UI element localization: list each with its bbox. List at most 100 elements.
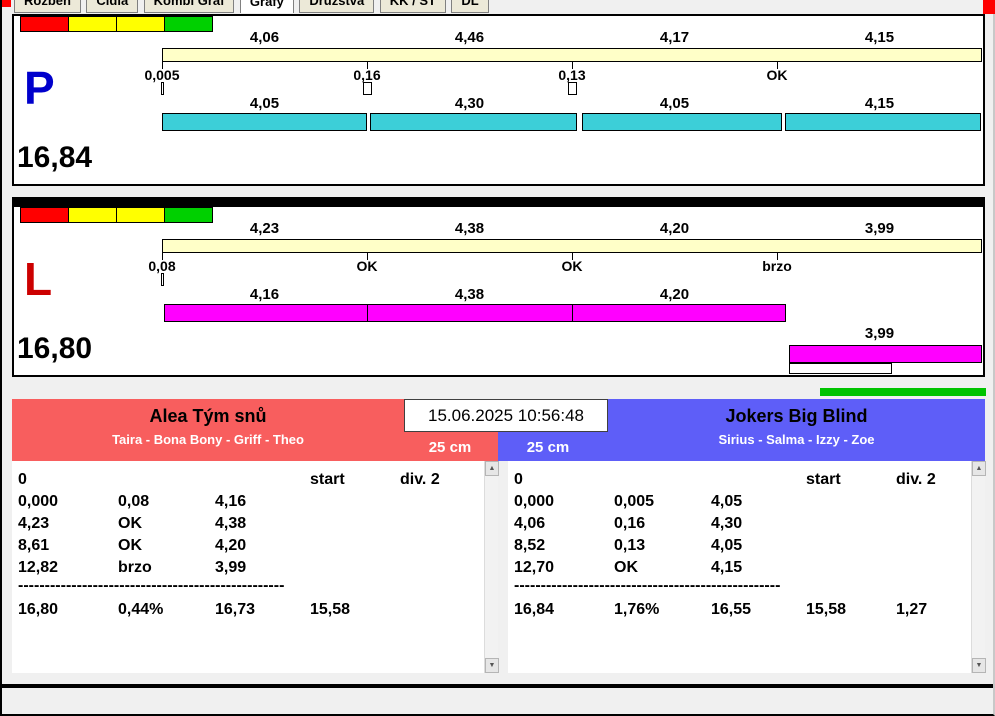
result-cell (215, 469, 310, 491)
timeline-bar (162, 48, 982, 62)
tab-dl[interactable]: DL (451, 0, 489, 13)
vertical-scrollbar[interactable]: ▲ ▼ (484, 461, 499, 673)
lane-letter: P (24, 62, 55, 114)
result-cell: 1,76% (614, 601, 660, 618)
result-cell (614, 469, 711, 491)
exchange-marker (363, 82, 372, 95)
tab-kk-st[interactable]: KK / ST (379, 0, 446, 13)
result-rows: 0 start div. 2 0,000 0,08 4,16 4,23 OK 4… (18, 469, 483, 623)
result-row: 4,23 OK 4,38 (18, 513, 483, 535)
team-name: Alea Tým snů (149, 406, 267, 426)
result-row: 12,82 brzo 3,99 (18, 557, 483, 579)
datetime-display: 15.06.2025 10:56:48 (404, 399, 608, 432)
result-cell: 0,16 (614, 515, 646, 532)
exchange-time: OK (561, 258, 583, 274)
result-header-row: 0 start div. 2 (514, 469, 970, 491)
indicator-yellow-1 (68, 16, 117, 32)
result-row: 4,06 0,16 4,30 (514, 513, 970, 535)
scroll-down-icon[interactable]: ▼ (972, 658, 986, 673)
result-cell: OK (614, 559, 638, 576)
result-cell: 15,58 (806, 601, 847, 618)
exchange-time: 0,005 (144, 67, 180, 83)
team-members: Taira - Bona Bony - Griff - Theo (112, 432, 304, 447)
split-times-top-row: 4,06 4,46 4,17 4,15 (162, 30, 982, 46)
result-cell: 4,16 (215, 493, 247, 510)
result-cell (711, 469, 806, 491)
result-row: 8,61 OK 4,20 (18, 535, 483, 557)
result-rows: 0 start div. 2 0,000 0,005 4,05 4,06 0,1… (514, 469, 970, 623)
split-time: 4,06 (249, 29, 280, 46)
split-time: 4,38 (454, 286, 485, 303)
result-cell: 0,005 (614, 493, 655, 510)
red-status-box (983, 0, 995, 14)
lane-track: 4,06 4,46 4,17 4,15 0,005 0,16 0,13 OK 4… (144, 16, 982, 184)
result-cell: OK (118, 515, 142, 532)
exchange-marker (161, 82, 164, 95)
indicator-red (20, 16, 69, 32)
timeline-bar (162, 239, 982, 253)
result-cell: 4,30 (711, 515, 743, 532)
split-time: 4,23 (249, 220, 280, 237)
tab-rozbeh[interactable]: Rozběh (14, 0, 81, 13)
result-row: 0,000 0,005 4,05 (514, 491, 970, 513)
split-times-bottom-row: 4,16 4,38 4,20 (162, 287, 982, 303)
result-cell: 4,38 (215, 515, 247, 532)
split-time: 4,46 (454, 29, 485, 46)
bar-segment-divider (367, 304, 368, 322)
dog-run-bar (582, 113, 782, 131)
result-cell: 16,84 (514, 601, 555, 618)
result-cell: 4,23 (18, 515, 50, 532)
exchange-marker (568, 82, 577, 95)
lane-panel-p: P 16,84 4,06 4,46 4,17 4,15 0,005 0,16 0… (12, 14, 985, 186)
result-cell: 16,80 (18, 601, 59, 618)
dog-run-bar (164, 304, 786, 322)
result-text-area-right[interactable]: 0 start div. 2 0,000 0,005 4,05 4,06 0,1… (508, 461, 986, 673)
result-cell: 4,20 (215, 537, 247, 554)
exchange-time: OK (356, 258, 378, 274)
split-time: 3,99 (864, 220, 895, 237)
result-totals-row: 16,80 0,44% 16,73 15,58 (18, 595, 483, 623)
split-time: 4,16 (249, 286, 280, 303)
vertical-scrollbar[interactable]: ▲ ▼ (971, 461, 986, 673)
tab-grafy[interactable]: Grafy (239, 0, 294, 13)
bar-segment-divider (572, 304, 573, 322)
result-cell: 8,52 (514, 537, 546, 554)
scroll-up-icon[interactable]: ▲ (485, 461, 499, 476)
result-row: 12,70 OK 4,15 (514, 557, 970, 579)
tab-kombi-graf[interactable]: Kombi Graf (143, 0, 235, 13)
split-time: 4,15 (864, 29, 895, 46)
team-name: Jokers Big Blind (725, 406, 868, 426)
lane-total-time: 16,84 (17, 141, 93, 174)
result-cell: 4,06 (514, 515, 546, 532)
result-cell: brzo (118, 559, 152, 576)
jump-height-label: 25 cm (428, 439, 472, 456)
result-cell: 12,82 (18, 559, 59, 576)
result-cell: 0,13 (614, 537, 646, 554)
result-cell: 4,05 (711, 493, 743, 510)
result-cell: 0,000 (18, 493, 59, 510)
result-cell: 0 (18, 471, 27, 488)
exchange-marker (161, 273, 164, 286)
split-time: 3,99 (864, 325, 895, 342)
tab-bar: Rozběh Cidla Kombi Graf Grafy Družstva K… (14, 0, 490, 13)
result-cell: start (806, 471, 841, 488)
separator-line: ----------------------------------------… (514, 579, 781, 594)
exchange-time: brzo (762, 258, 792, 274)
scroll-up-icon[interactable]: ▲ (972, 461, 986, 476)
red-indicator-corner (2, 0, 11, 7)
result-cell: 4,15 (711, 559, 743, 576)
result-text-area-left[interactable]: 0 start div. 2 0,000 0,08 4,16 4,23 OK 4… (12, 461, 499, 673)
split-time: 4,30 (454, 95, 485, 112)
tab-druzstva[interactable]: Družstva (299, 0, 375, 13)
split-times-top-row: 4,23 4,38 4,20 3,99 (162, 221, 982, 237)
exchange-time: 0,08 (148, 258, 176, 274)
split-time: 4,20 (659, 286, 690, 303)
result-cell (118, 469, 215, 491)
tab-cidla[interactable]: Cidla (86, 0, 139, 13)
split-time: 4,05 (659, 95, 690, 112)
result-cell: 0,000 (514, 493, 555, 510)
result-cell: 15,58 (310, 601, 351, 618)
scroll-down-icon[interactable]: ▼ (485, 658, 499, 673)
result-cell: 16,55 (711, 601, 752, 618)
result-cell (400, 595, 483, 623)
